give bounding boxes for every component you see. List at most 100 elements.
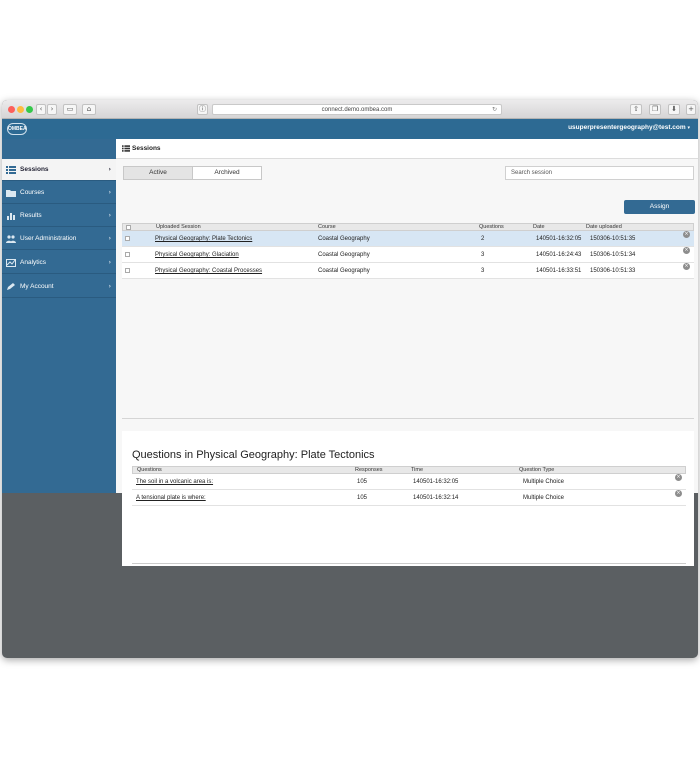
date-cell: 140501-16:32:05 [536, 236, 582, 242]
column-header[interactable]: Questions [137, 467, 162, 473]
sidebar-item-label: Analytics [20, 259, 47, 266]
share-icon[interactable]: ⇧ [630, 104, 642, 115]
column-header[interactable]: Course [318, 224, 336, 230]
questions-panel: Questions in Physical Geography: Plate T… [122, 431, 694, 566]
search-input[interactable]: Search session [505, 166, 694, 180]
row-checkbox[interactable] [125, 236, 130, 241]
sidebar-item-courses[interactable]: Courses › [2, 182, 116, 204]
sessions-table: Uploaded Session Course Questions Date D… [122, 223, 694, 279]
close-window-button[interactable] [8, 106, 15, 113]
sidebar-item-label: Results [20, 212, 42, 219]
table-row[interactable]: The soil in a volcanic area is: 105 1405… [132, 474, 686, 490]
chevron-right-icon: › [108, 212, 111, 219]
forward-icon[interactable]: › [47, 104, 57, 115]
sidebar-item-user-administration[interactable]: User Administration › [2, 228, 116, 250]
back-icon[interactable]: ‹ [36, 104, 46, 115]
select-all-checkbox[interactable] [126, 225, 131, 230]
date-uploaded-cell: 150306-10:51:34 [590, 252, 636, 258]
session-link[interactable]: Physical Geography: Plate Tectonics [155, 231, 252, 247]
questions-cell: 3 [481, 268, 485, 274]
date-uploaded-cell: 150306-10:51:35 [590, 236, 636, 242]
chevron-right-icon: › [108, 283, 111, 290]
question-link[interactable]: A tensional plate is where: [136, 490, 206, 506]
questions-cell: 3 [481, 252, 485, 258]
table-row[interactable]: A tensional plate is where: 105 140501-1… [132, 490, 686, 506]
column-header[interactable]: Time [411, 467, 423, 473]
question-link[interactable]: The soil in a volcanic area is: [136, 474, 213, 490]
course-cell: Coastal Geography [318, 236, 370, 242]
course-cell: Coastal Geography [318, 252, 370, 258]
column-header[interactable]: Responses [355, 467, 383, 473]
session-link[interactable]: Physical Geography: Glaciation [155, 247, 239, 263]
remove-icon[interactable]: × [683, 247, 690, 254]
remove-icon[interactable]: × [683, 263, 690, 270]
row-checkbox[interactable] [125, 252, 130, 257]
sidebar-item-my-account[interactable]: My Account › [2, 276, 116, 298]
row-checkbox[interactable] [125, 268, 130, 273]
tab-archived[interactable]: Archived [192, 166, 262, 180]
table-header: Uploaded Session Course Questions Date D… [122, 223, 694, 231]
sidebar-toggle-icon[interactable]: ▭ [63, 104, 77, 115]
analytics-icon [6, 259, 16, 267]
user-menu[interactable]: usuperpresentergeography@test.com ▾ [568, 124, 690, 131]
sidebar-item-sessions[interactable]: Sessions › [2, 159, 116, 181]
minimize-window-button[interactable] [17, 106, 24, 113]
browser-window: ‹ › ▭ ⌂ ⓘ connect.demo.ombea.com ↻ ⇧ ❐ ⬇… [2, 100, 698, 658]
column-header[interactable]: Uploaded Session [156, 224, 201, 230]
time-cell: 140501-16:32:05 [413, 479, 459, 485]
date-cell: 140501-16:33:51 [536, 268, 582, 274]
panel-footer-divider [132, 563, 686, 564]
table-row[interactable]: Physical Geography: Glaciation Coastal G… [122, 247, 694, 263]
column-header[interactable]: Questions [479, 224, 504, 230]
column-header[interactable]: Question Type [519, 467, 554, 473]
table-row[interactable]: Physical Geography: Coastal Processes Co… [122, 263, 694, 279]
new-tab-icon[interactable]: + [686, 104, 696, 115]
remove-icon[interactable]: × [683, 231, 690, 238]
list-icon [122, 145, 130, 152]
maximize-window-button[interactable] [26, 106, 33, 113]
browser-chrome: ‹ › ▭ ⌂ ⓘ connect.demo.ombea.com ↻ ⇧ ❐ ⬇… [2, 100, 698, 119]
address-bar[interactable]: connect.demo.ombea.com ↻ [212, 104, 502, 115]
sidebar-item-label: User Administration [20, 235, 77, 242]
chevron-right-icon: › [108, 166, 111, 173]
ombea-logo: OMBEA [7, 123, 27, 135]
session-link[interactable]: Physical Geography: Coastal Processes [155, 263, 262, 279]
sidebar-item-label: Sessions [20, 166, 49, 173]
remove-icon[interactable]: × [675, 490, 682, 497]
question-type-cell: Multiple Choice [523, 479, 565, 485]
chevron-right-icon: › [108, 235, 111, 242]
assign-button[interactable]: Assign [624, 200, 695, 214]
questions-panel-title: Questions in Physical Geography: Plate T… [132, 449, 375, 461]
sidebar-item-label: My Account [20, 283, 54, 290]
sidebar-item-analytics[interactable]: Analytics › [2, 252, 116, 274]
responses-cell: 105 [357, 495, 368, 501]
sidebar: Sessions › Courses › Results › User Admi… [2, 139, 116, 493]
table-row[interactable]: Physical Geography: Plate Tectonics Coas… [122, 231, 694, 247]
chevron-right-icon: › [108, 189, 111, 196]
chevron-right-icon: › [108, 259, 111, 266]
table-header: Questions Responses Time Question Type [132, 466, 686, 474]
column-header[interactable]: Date [533, 224, 545, 230]
remove-icon[interactable]: × [675, 474, 682, 481]
tab-active[interactable]: Active [123, 166, 193, 180]
bar-chart-icon [7, 213, 15, 220]
breadcrumb: Sessions [116, 139, 698, 159]
reload-icon[interactable]: ↻ [492, 105, 497, 115]
column-header[interactable]: Date uploaded [586, 224, 622, 230]
tabs-icon[interactable]: ❐ [649, 104, 661, 115]
sidebar-item-results[interactable]: Results › [2, 205, 116, 227]
url-text: connect.demo.ombea.com [321, 107, 393, 113]
list-icon [6, 166, 16, 174]
chevron-down-icon: ▾ [687, 125, 690, 131]
panel-splitter[interactable] [122, 418, 694, 419]
users-icon [6, 235, 16, 243]
download-icon[interactable]: ⬇ [668, 104, 680, 115]
info-icon[interactable]: ⓘ [197, 104, 208, 115]
responses-cell: 105 [357, 479, 368, 485]
questions-table: Questions Responses Time Question Type T… [132, 466, 686, 506]
home-icon[interactable]: ⌂ [82, 104, 96, 115]
questions-cell: 2 [481, 236, 485, 242]
sidebar-item-label: Courses [20, 189, 45, 196]
pencil-icon [7, 283, 15, 290]
page-title: Sessions [132, 145, 161, 152]
